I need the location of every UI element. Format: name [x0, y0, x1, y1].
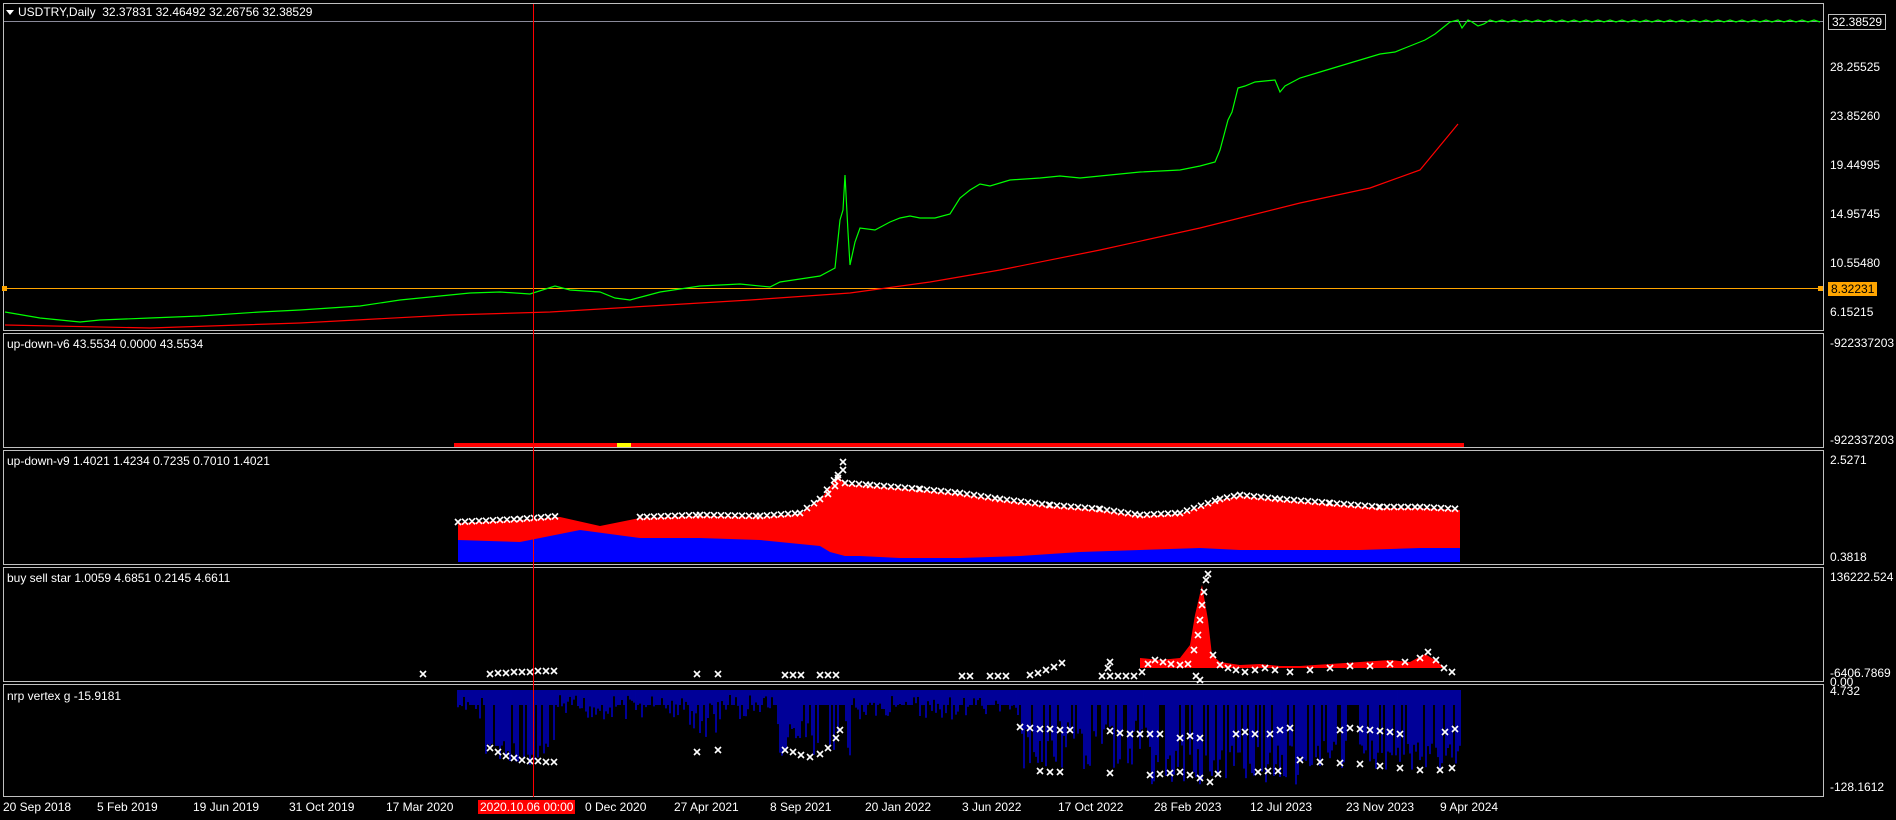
crosshair-time-label: 2020.10.06 00:00	[478, 800, 576, 814]
time-label: 12 Jul 2023	[1250, 800, 1313, 814]
time-label: 8 Sep 2021	[770, 800, 832, 814]
price-scale-4: 14.95745	[1830, 207, 1881, 221]
symbol-label: USDTRY,Daily	[18, 5, 96, 19]
time-label: 3 Jun 2022	[962, 800, 1022, 814]
price-scale-6: 6.15215	[1830, 305, 1874, 319]
chevron-down-icon[interactable]	[6, 10, 14, 16]
time-label: 20 Sep 2018	[3, 800, 72, 814]
nrp-vertex-scale-bottom: -128.1612	[1830, 780, 1885, 794]
price-scale-5: 10.55480	[1830, 256, 1881, 270]
up-down-v9-scale-top: 2.5271	[1830, 453, 1867, 467]
time-label: 28 Feb 2023	[1154, 800, 1222, 814]
time-label: 31 Oct 2019	[289, 800, 355, 814]
main-panel-header[interactable]: USDTRY,Daily 32.37831 32.46492 32.26756 …	[6, 5, 312, 19]
time-label: 9 Apr 2024	[1440, 800, 1499, 814]
price-scale-1: 28.25525	[1830, 60, 1881, 74]
time-label: 17 Oct 2022	[1058, 800, 1124, 814]
time-label: 5 Feb 2019	[97, 800, 158, 814]
nrp-vertex-scale-top: 4.732	[1830, 684, 1861, 698]
indicator-title-nrp-vertex-g[interactable]: nrp vertex g -15.9181	[7, 689, 121, 703]
time-label: 19 Jun 2019	[193, 800, 260, 814]
chart-canvas[interactable]	[0, 0, 1896, 820]
current-price-tag: 32.38529	[1828, 14, 1887, 30]
up-down-v6-scale-bottom: -922337203	[1830, 433, 1895, 447]
up-down-v6-bar	[454, 443, 1464, 447]
level-line-handle-right[interactable]	[1818, 286, 1823, 291]
ohlc-values: 32.37831 32.46492 32.26756 32.38529	[102, 5, 313, 19]
indicator-title-up-down-v6[interactable]: up-down-v6 43.5534 0.0000 43.5534	[7, 337, 203, 351]
time-label: 20 Jan 2022	[865, 800, 932, 814]
time-label: 27 Apr 2021	[674, 800, 739, 814]
time-label: 17 Mar 2020	[386, 800, 454, 814]
price-scale-3: 19.44995	[1830, 158, 1881, 172]
level-line-handle[interactable]	[2, 286, 7, 291]
indicator-title-buy-sell-star[interactable]: buy sell star 1.0059 4.6851 0.2145 4.661…	[7, 571, 230, 585]
up-down-v9-scale-bottom: 0.3818	[1830, 550, 1867, 564]
buy-sell-star-scale-top: 136222.524	[1830, 570, 1894, 584]
level-price-tag: 8.32231	[1828, 282, 1878, 296]
price-scale-2: 23.85260	[1830, 109, 1881, 123]
up-down-v6-scale-top: -922337203	[1830, 336, 1895, 350]
indicator-title-up-down-v9[interactable]: up-down-v9 1.4021 1.4234 0.7235 0.7010 1…	[7, 454, 270, 468]
time-label: 23 Nov 2023	[1346, 800, 1415, 814]
time-label: 0 Dec 2020	[585, 800, 647, 814]
up-down-v6-marker	[617, 443, 631, 447]
